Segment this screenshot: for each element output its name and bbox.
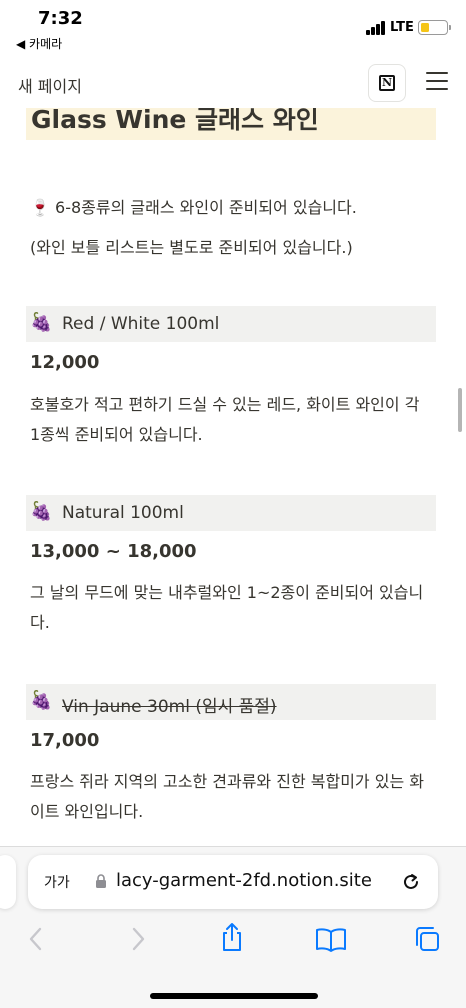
network-type: LTE: [390, 20, 414, 35]
signal-icon: [366, 21, 386, 35]
wine-glass-icon: 🍷: [30, 198, 50, 217]
hamburger-menu-icon[interactable]: [426, 72, 448, 90]
grape-icon: 🍇: [30, 312, 53, 333]
bookmarks-icon[interactable]: [314, 925, 348, 953]
browser-toolbar: 가가 lacy-garment-2fd.notion.site: [0, 846, 466, 1008]
text-size-button[interactable]: 가가: [44, 872, 70, 892]
battery-icon: [418, 20, 448, 35]
page-content: Glass Wine 글래스 와인 🍷 6-8종류의 글래스 와인이 준비되어 …: [0, 108, 466, 848]
notion-logo-button[interactable]: N: [368, 64, 406, 102]
notion-topbar: 새 페이지 N: [0, 56, 466, 108]
wine-item-price: 12,000: [30, 352, 100, 373]
intro-text-1: 6-8종류의 글래스 와인이 준비되어 있습니다.: [55, 198, 357, 217]
wine-item-name: Red / White 100ml: [62, 314, 220, 334]
wine-item-description: 호불호가 적고 편하기 드실 수 있는 레드, 화이트 와인이 각 1종씩 준비…: [30, 395, 420, 444]
scrollbar[interactable]: [458, 388, 462, 432]
wine-item-description: 프랑스 쥐라 지역의 고소한 견과류와 진한 복합미가 있는 화이트 와인입니다…: [30, 772, 424, 821]
home-indicator[interactable]: [150, 993, 318, 999]
back-to-app-link[interactable]: ◀ 카메라: [16, 35, 62, 52]
notion-logo-icon: N: [379, 75, 395, 91]
heading-block: Glass Wine 글래스 와인: [26, 108, 436, 140]
lock-icon: [96, 874, 106, 888]
address-bar[interactable]: 가가 lacy-garment-2fd.notion.site: [28, 855, 438, 909]
clock: 7:32: [38, 8, 83, 29]
page-title: 새 페이지: [18, 77, 82, 96]
battery-tip: [449, 25, 451, 30]
wine-item-header: 🍇 Red / White 100ml: [26, 306, 436, 342]
wine-item-header: 🍇 Natural 100ml: [26, 495, 436, 531]
forward-arrow-icon[interactable]: [122, 925, 152, 953]
url-text[interactable]: lacy-garment-2fd.notion.site: [116, 870, 372, 891]
share-icon[interactable]: [217, 921, 247, 953]
wine-item-name: Natural 100ml: [62, 503, 184, 523]
intro-text-2: (와인 보틀 리스트는 별도로 준비되어 있습니다.): [30, 238, 353, 257]
grape-icon: 🍇: [30, 501, 53, 522]
intro-line-1: 🍷 6-8종류의 글래스 와인이 준비되어 있습니다.: [30, 194, 357, 218]
wine-item-header: 🍇 Vin Jaune 30ml (임시 품절): [26, 684, 436, 720]
grape-icon: 🍇: [30, 690, 53, 711]
heading-text: Glass Wine 글래스 와인: [31, 108, 319, 134]
reload-icon[interactable]: [400, 871, 422, 893]
back-arrow-icon[interactable]: [22, 925, 52, 953]
wine-item-price: 13,000 ~ 18,000: [30, 541, 197, 562]
wine-item-name-sold-out: Vin Jaune 30ml (임시 품절): [62, 697, 277, 717]
previous-tab-preview[interactable]: [0, 855, 16, 909]
status-bar: 7:32 ◀ 카메라 LTE: [0, 0, 466, 56]
wine-item-price: 17,000: [30, 730, 100, 751]
tabs-icon[interactable]: [412, 925, 442, 953]
wine-item-description: 그 날의 무드에 맞는 내추럴와인 1~2종이 준비되어 있습니다.: [30, 583, 424, 632]
